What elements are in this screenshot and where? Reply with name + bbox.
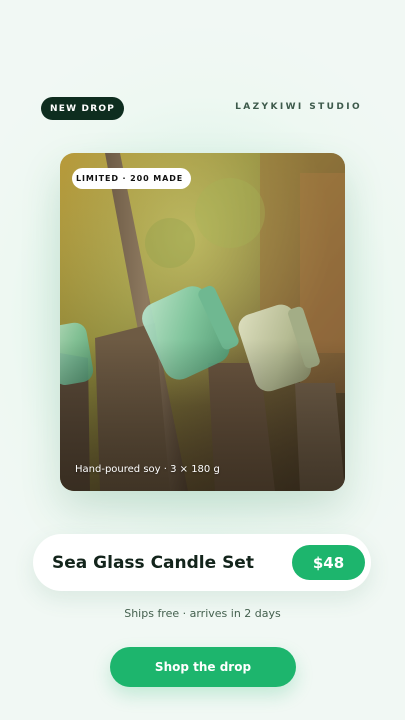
price-pill: $48 (292, 545, 365, 580)
new-drop-badge-label: NEW DROP (50, 103, 115, 114)
product-name: Sea Glass Candle Set (52, 553, 254, 573)
product-caption: Hand-poured soy · 3 × 180 g (75, 464, 220, 475)
limited-edition-label: LIMITED · 200 MADE (76, 174, 184, 183)
product-hero-card[interactable]: LIMITED · 200 MADE Hand-poured soy · 3 ×… (60, 153, 345, 491)
product-bar: Sea Glass Candle Set $48 (33, 534, 371, 591)
product-hero-image (60, 153, 345, 491)
shipping-note: Ships free · arrives in 2 days (124, 607, 281, 620)
brand-name: LAZYKIWI STUDIO (235, 102, 362, 112)
new-drop-badge: NEW DROP (41, 97, 124, 120)
limited-edition-badge: LIMITED · 200 MADE (72, 168, 192, 189)
shop-the-drop-button[interactable]: Shop the drop (110, 647, 296, 687)
